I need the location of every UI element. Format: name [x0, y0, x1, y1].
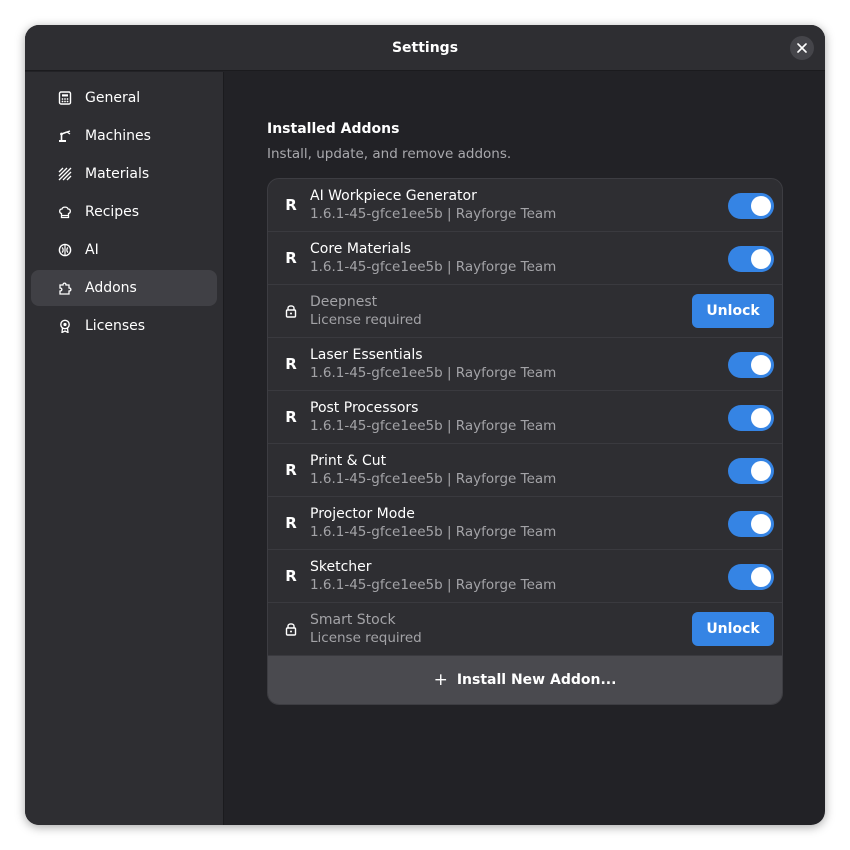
- addon-toggle[interactable]: [728, 564, 774, 590]
- addon-icon-glyph: R: [285, 461, 297, 479]
- sidebar-item-recipes[interactable]: Recipes: [31, 194, 217, 230]
- page-title: Installed Addons: [267, 121, 400, 137]
- addon-icon-glyph: R: [285, 408, 297, 426]
- toggle-knob: [751, 461, 771, 481]
- certificate-icon: [57, 318, 73, 334]
- sidebar-item-general[interactable]: General: [31, 80, 217, 116]
- toggle-knob: [751, 355, 771, 375]
- rayforge-icon: R: [284, 179, 298, 231]
- addon-name: Deepnest: [310, 294, 378, 310]
- addon-meta: 1.6.1-45-gfce1ee5b | Rayforge Team: [310, 577, 557, 593]
- addon-meta: 1.6.1-45-gfce1ee5b | Rayforge Team: [310, 365, 557, 381]
- addon-icon-glyph: R: [285, 514, 297, 532]
- addon-row-ai-workpiece-generator: R AI Workpiece Generator 1.6.1-45-gfce1e…: [268, 179, 782, 232]
- addon-row-deepnest: Deepnest License required Unlock: [268, 285, 782, 338]
- addon-name: Print & Cut: [310, 453, 387, 469]
- addon-name: Laser Essentials: [310, 347, 423, 363]
- install-new-addon-label: Install New Addon...: [456, 672, 617, 688]
- addon-icon-glyph: R: [285, 567, 297, 585]
- addon-icon-glyph: R: [285, 249, 297, 267]
- unlock-button[interactable]: Unlock: [692, 294, 774, 328]
- sidebar-item-ai[interactable]: AI: [31, 232, 217, 268]
- addon-row-laser-essentials: R Laser Essentials 1.6.1-45-gfce1ee5b | …: [268, 338, 782, 391]
- calculator-icon: [57, 90, 73, 106]
- sidebar: General Machines Materials Recipes AI Ad…: [25, 72, 224, 825]
- addon-icon-glyph: R: [285, 355, 297, 373]
- addon-row-post-processors: R Post Processors 1.6.1-45-gfce1ee5b | R…: [268, 391, 782, 444]
- main-content: Installed Addons Install, update, and re…: [225, 72, 825, 825]
- install-new-addon-button[interactable]: + Install New Addon...: [268, 656, 782, 704]
- addon-toggle[interactable]: [728, 458, 774, 484]
- toggle-knob: [751, 408, 771, 428]
- sidebar-item-label: AI: [85, 242, 99, 258]
- plus-icon: +: [433, 670, 448, 690]
- brain-icon: [57, 242, 73, 258]
- chef-hat-icon: [57, 204, 73, 220]
- sidebar-item-label: General: [85, 90, 141, 106]
- addon-toggle[interactable]: [728, 511, 774, 537]
- addon-meta: 1.6.1-45-gfce1ee5b | Rayforge Team: [310, 471, 557, 487]
- sidebar-item-materials[interactable]: Materials: [31, 156, 217, 192]
- sidebar-item-addons[interactable]: Addons: [31, 270, 217, 306]
- rayforge-icon: R: [284, 391, 298, 443]
- addon-toggle[interactable]: [728, 193, 774, 219]
- addon-toggle[interactable]: [728, 405, 774, 431]
- sidebar-item-label: Machines: [85, 128, 151, 144]
- addon-name: Post Processors: [310, 400, 419, 416]
- rayforge-icon: R: [284, 232, 298, 284]
- sidebar-item-label: Recipes: [85, 204, 140, 220]
- addon-meta: 1.6.1-45-gfce1ee5b | Rayforge Team: [310, 259, 557, 275]
- addon-row-smart-stock: Smart Stock License required Unlock: [268, 603, 782, 656]
- addon-row-projector-mode: R Projector Mode 1.6.1-45-gfce1ee5b | Ra…: [268, 497, 782, 550]
- toggle-knob: [751, 196, 771, 216]
- rayforge-icon: R: [284, 550, 298, 602]
- sidebar-item-label: Licenses: [85, 318, 146, 334]
- sidebar-item-licenses[interactable]: Licenses: [31, 308, 217, 344]
- addon-name: Smart Stock: [310, 612, 396, 628]
- lock-icon: [284, 285, 298, 337]
- addon-meta: 1.6.1-45-gfce1ee5b | Rayforge Team: [310, 524, 557, 540]
- addon-name: AI Workpiece Generator: [310, 188, 477, 204]
- title-bar: Settings: [25, 25, 825, 71]
- addon-icon-glyph: R: [285, 196, 297, 214]
- addon-row-print-and-cut: R Print & Cut 1.6.1-45-gfce1ee5b | Rayfo…: [268, 444, 782, 497]
- close-icon: [797, 43, 807, 53]
- addon-name: Projector Mode: [310, 506, 415, 522]
- addon-meta: 1.6.1-45-gfce1ee5b | Rayforge Team: [310, 418, 557, 434]
- puzzle-piece-icon: [57, 280, 73, 296]
- sidebar-item-label: Addons: [85, 280, 137, 296]
- close-button[interactable]: [790, 36, 814, 60]
- toggle-knob: [751, 249, 771, 269]
- addon-toggle[interactable]: [728, 246, 774, 272]
- addon-meta: 1.6.1-45-gfce1ee5b | Rayforge Team: [310, 206, 557, 222]
- addon-row-sketcher: R Sketcher 1.6.1-45-gfce1ee5b | Rayforge…: [268, 550, 782, 603]
- addon-list: R AI Workpiece Generator 1.6.1-45-gfce1e…: [267, 178, 783, 705]
- addon-meta: License required: [310, 312, 422, 328]
- addon-meta: License required: [310, 630, 422, 646]
- unlock-button[interactable]: Unlock: [692, 612, 774, 646]
- rayforge-icon: R: [284, 338, 298, 390]
- robot-arm-icon: [57, 128, 73, 144]
- toggle-knob: [751, 514, 771, 534]
- addon-name: Core Materials: [310, 241, 412, 257]
- hatch-pattern-icon: [57, 166, 73, 182]
- sidebar-item-machines[interactable]: Machines: [31, 118, 217, 154]
- sidebar-item-label: Materials: [85, 166, 150, 182]
- toggle-knob: [751, 567, 771, 587]
- page-subtitle: Install, update, and remove addons.: [267, 146, 512, 162]
- rayforge-icon: R: [284, 497, 298, 549]
- settings-window: Settings General Machines Materials Reci…: [25, 25, 825, 825]
- window-title: Settings: [391, 39, 459, 56]
- addon-row-core-materials: R Core Materials 1.6.1-45-gfce1ee5b | Ra…: [268, 232, 782, 285]
- rayforge-icon: R: [284, 444, 298, 496]
- addon-toggle[interactable]: [728, 352, 774, 378]
- lock-icon: [284, 603, 298, 655]
- addon-name: Sketcher: [310, 559, 372, 575]
